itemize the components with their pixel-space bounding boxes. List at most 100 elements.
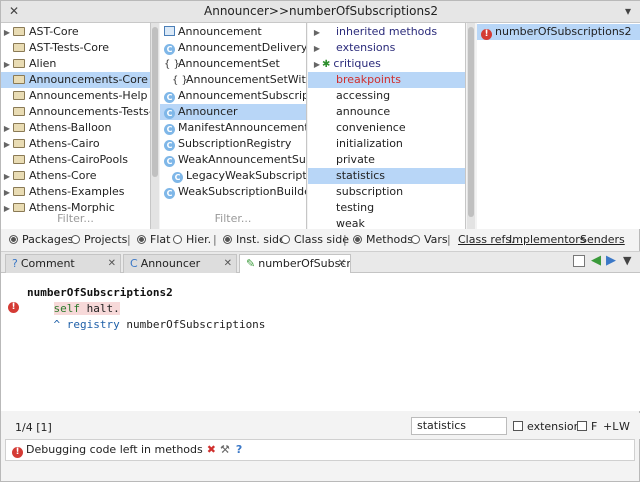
projects-radio[interactable]: Projects xyxy=(71,230,127,250)
radio-icon xyxy=(173,235,182,244)
method-pane[interactable]: ! numberOfSubscriptions2 xyxy=(477,23,640,229)
close-tab-icon[interactable]: ✕ xyxy=(108,255,116,273)
window-menu-icon[interactable]: ▾ xyxy=(621,4,635,18)
close-tab-icon[interactable]: ✕ xyxy=(224,255,232,273)
expand-arrow-icon[interactable]: ▶ xyxy=(308,41,326,57)
help-icon[interactable]: ? xyxy=(236,443,242,456)
package-item[interactable]: Announcements-Tests-Cor xyxy=(1,104,150,120)
package-label: Announcements-Tests-Cor xyxy=(29,105,150,118)
window-title: Announcer>>numberOfSubscriptions2 xyxy=(204,4,438,18)
senders-link[interactable]: Senders xyxy=(580,230,625,250)
error-marker-icon[interactable]: ! xyxy=(8,302,19,313)
method-selector: numberOfSubscriptions2 xyxy=(27,286,173,299)
separator: | xyxy=(127,233,131,246)
class-item[interactable]: CWeakAnnouncementSubscrip xyxy=(160,152,306,168)
class-filter-input[interactable]: Filter... xyxy=(160,212,306,225)
critique-message[interactable]: Debugging code left in methods xyxy=(26,443,203,456)
packages-radio[interactable]: Packages xyxy=(9,230,73,250)
expand-arrow-icon[interactable]: ▶ xyxy=(1,121,13,137)
radio-icon xyxy=(411,235,420,244)
class-refs-link[interactable]: Class refs. xyxy=(458,230,515,250)
protocol-scrollbar[interactable] xyxy=(467,23,475,229)
expand-arrow-icon[interactable]: ▶ xyxy=(1,169,13,185)
protocol-item[interactable]: ▶ inherited methods xyxy=(308,24,465,41)
package-filter-input[interactable]: Filter... xyxy=(1,212,150,225)
package-item[interactable]: ▶ Athens-Examples xyxy=(1,184,150,201)
package-item[interactable]: ▶ Alien xyxy=(1,56,150,73)
package-label: Alien xyxy=(29,57,57,70)
package-item[interactable]: Announcements-Core xyxy=(1,72,150,88)
package-pane[interactable]: ▶ AST-Core AST-Tests-Core ▶ Alien Announcemen… xyxy=(1,23,151,229)
protocol-field[interactable]: statistics xyxy=(411,417,507,435)
protocol-label: critiques xyxy=(333,57,381,70)
vars-radio[interactable]: Vars xyxy=(411,230,448,250)
class-item[interactable]: { }AnnouncementSetWithExcl xyxy=(160,72,306,88)
class-item[interactable]: C SubscriptionRegistry xyxy=(160,136,306,152)
protocol-item[interactable]: accessing xyxy=(308,88,465,104)
class-item[interactable]: CLegacyWeakSubscription xyxy=(160,168,306,184)
protocol-item[interactable]: subscription xyxy=(308,184,465,200)
protocol-item[interactable]: breakpoints xyxy=(308,72,465,88)
ban-critique-icon[interactable]: ✖ xyxy=(207,443,216,456)
protocol-item[interactable]: ▶ ✱ critiques xyxy=(308,56,465,72)
methods-radio[interactable]: Methods xyxy=(353,230,413,250)
expand-arrow-icon[interactable]: ▶ xyxy=(308,25,326,41)
close-tab-icon[interactable]: ✕ xyxy=(338,255,346,273)
expand-arrow-icon[interactable]: ▶ xyxy=(1,185,13,201)
class-label: AnnouncementDeliveryCondi xyxy=(178,41,307,54)
inst-side-radio[interactable]: Inst. side xyxy=(223,230,286,250)
critique-error-icon: ! xyxy=(12,447,23,458)
tab-announcer[interactable]: C Announcer ✕ xyxy=(123,254,237,273)
code-editor[interactable]: ! numberOfSubscriptions2 self halt. ^ re… xyxy=(1,273,640,411)
class-item[interactable]: CAnnouncementSubscription xyxy=(160,88,306,104)
protocol-item[interactable]: testing xyxy=(308,200,465,216)
class-item[interactable]: CManifestAnnouncementsCore xyxy=(160,120,306,136)
class-item[interactable]: C WeakSubscriptionBuilder xyxy=(160,184,306,200)
method-source[interactable]: numberOfSubscriptions2 self halt. ^ regi… xyxy=(27,285,265,333)
protocol-pane[interactable]: ▶ inherited methods ▶ extensions ▶ ✱ critiques… xyxy=(308,23,466,229)
class-item[interactable]: Announcement xyxy=(160,24,306,40)
implementors-link[interactable]: Implementors xyxy=(509,230,586,250)
forward-arrow-icon[interactable]: ▶ xyxy=(606,253,616,268)
back-arrow-icon[interactable]: ◀ xyxy=(591,253,601,268)
package-item[interactable]: ▶ Athens-Balloon xyxy=(1,120,150,137)
class-label: Announcement xyxy=(178,25,262,38)
help-icon: ? xyxy=(12,257,18,270)
line-numbers-toggle[interactable]: +L xyxy=(603,420,618,433)
auto-fix-icon[interactable]: ⚒ xyxy=(220,443,230,456)
expand-arrow-icon[interactable]: ▶ xyxy=(1,25,13,41)
flat-radio[interactable]: Flat xyxy=(137,230,170,250)
class-item[interactable]: C Announcer xyxy=(160,104,306,120)
wrap-toggle[interactable]: W xyxy=(619,420,630,433)
expand-arrow-icon[interactable]: ▶ xyxy=(1,137,13,153)
protocol-item[interactable]: weak xyxy=(308,216,465,229)
protocol-item[interactable]: private xyxy=(308,152,465,168)
tab-comment[interactable]: ? Comment ✕ xyxy=(5,254,121,273)
tab-menu-icon[interactable]: ▼ xyxy=(623,254,631,267)
class-item[interactable]: CAnnouncementDeliveryCondi xyxy=(160,40,307,56)
class-item[interactable]: { }AnnouncementSet xyxy=(160,56,306,72)
tab-method[interactable]: ✎ numberOfSubscri ✕ xyxy=(239,254,351,273)
package-item[interactable]: Athens-CairoPools xyxy=(1,152,150,168)
format-checkbox[interactable]: F xyxy=(577,420,597,433)
package-item[interactable]: ▶ Athens-Core xyxy=(1,168,150,185)
extension-checkbox[interactable]: extension xyxy=(513,420,581,433)
class-pane[interactable]: AnnouncementCAnnouncementDeliveryCondi{ … xyxy=(160,23,307,229)
class-side-radio[interactable]: Class side xyxy=(281,230,349,250)
expand-arrow-icon[interactable]: ▶ xyxy=(1,57,13,73)
protocol-item[interactable]: announce xyxy=(308,104,465,120)
package-item[interactable]: Announcements-Help xyxy=(1,88,150,104)
protocol-item[interactable]: statistics xyxy=(308,168,465,184)
class-label: AnnouncementSetWithExcl xyxy=(186,73,306,86)
hier-radio[interactable]: Hier. xyxy=(173,230,211,250)
method-item[interactable]: ! numberOfSubscriptions2 xyxy=(477,24,640,40)
package-scrollbar[interactable] xyxy=(151,23,159,229)
package-item[interactable]: ▶ AST-Core xyxy=(1,24,150,41)
package-item[interactable]: AST-Tests-Core xyxy=(1,40,150,56)
package-item[interactable]: ▶ Athens-Cairo xyxy=(1,136,150,153)
editor-status-row: 1/4 [1] statistics extension F +L W xyxy=(1,413,640,439)
protocol-item[interactable]: initialization xyxy=(308,136,465,152)
protocol-item[interactable]: ▶ extensions xyxy=(308,40,465,57)
new-window-icon[interactable] xyxy=(573,255,585,267)
protocol-item[interactable]: convenience xyxy=(308,120,465,136)
